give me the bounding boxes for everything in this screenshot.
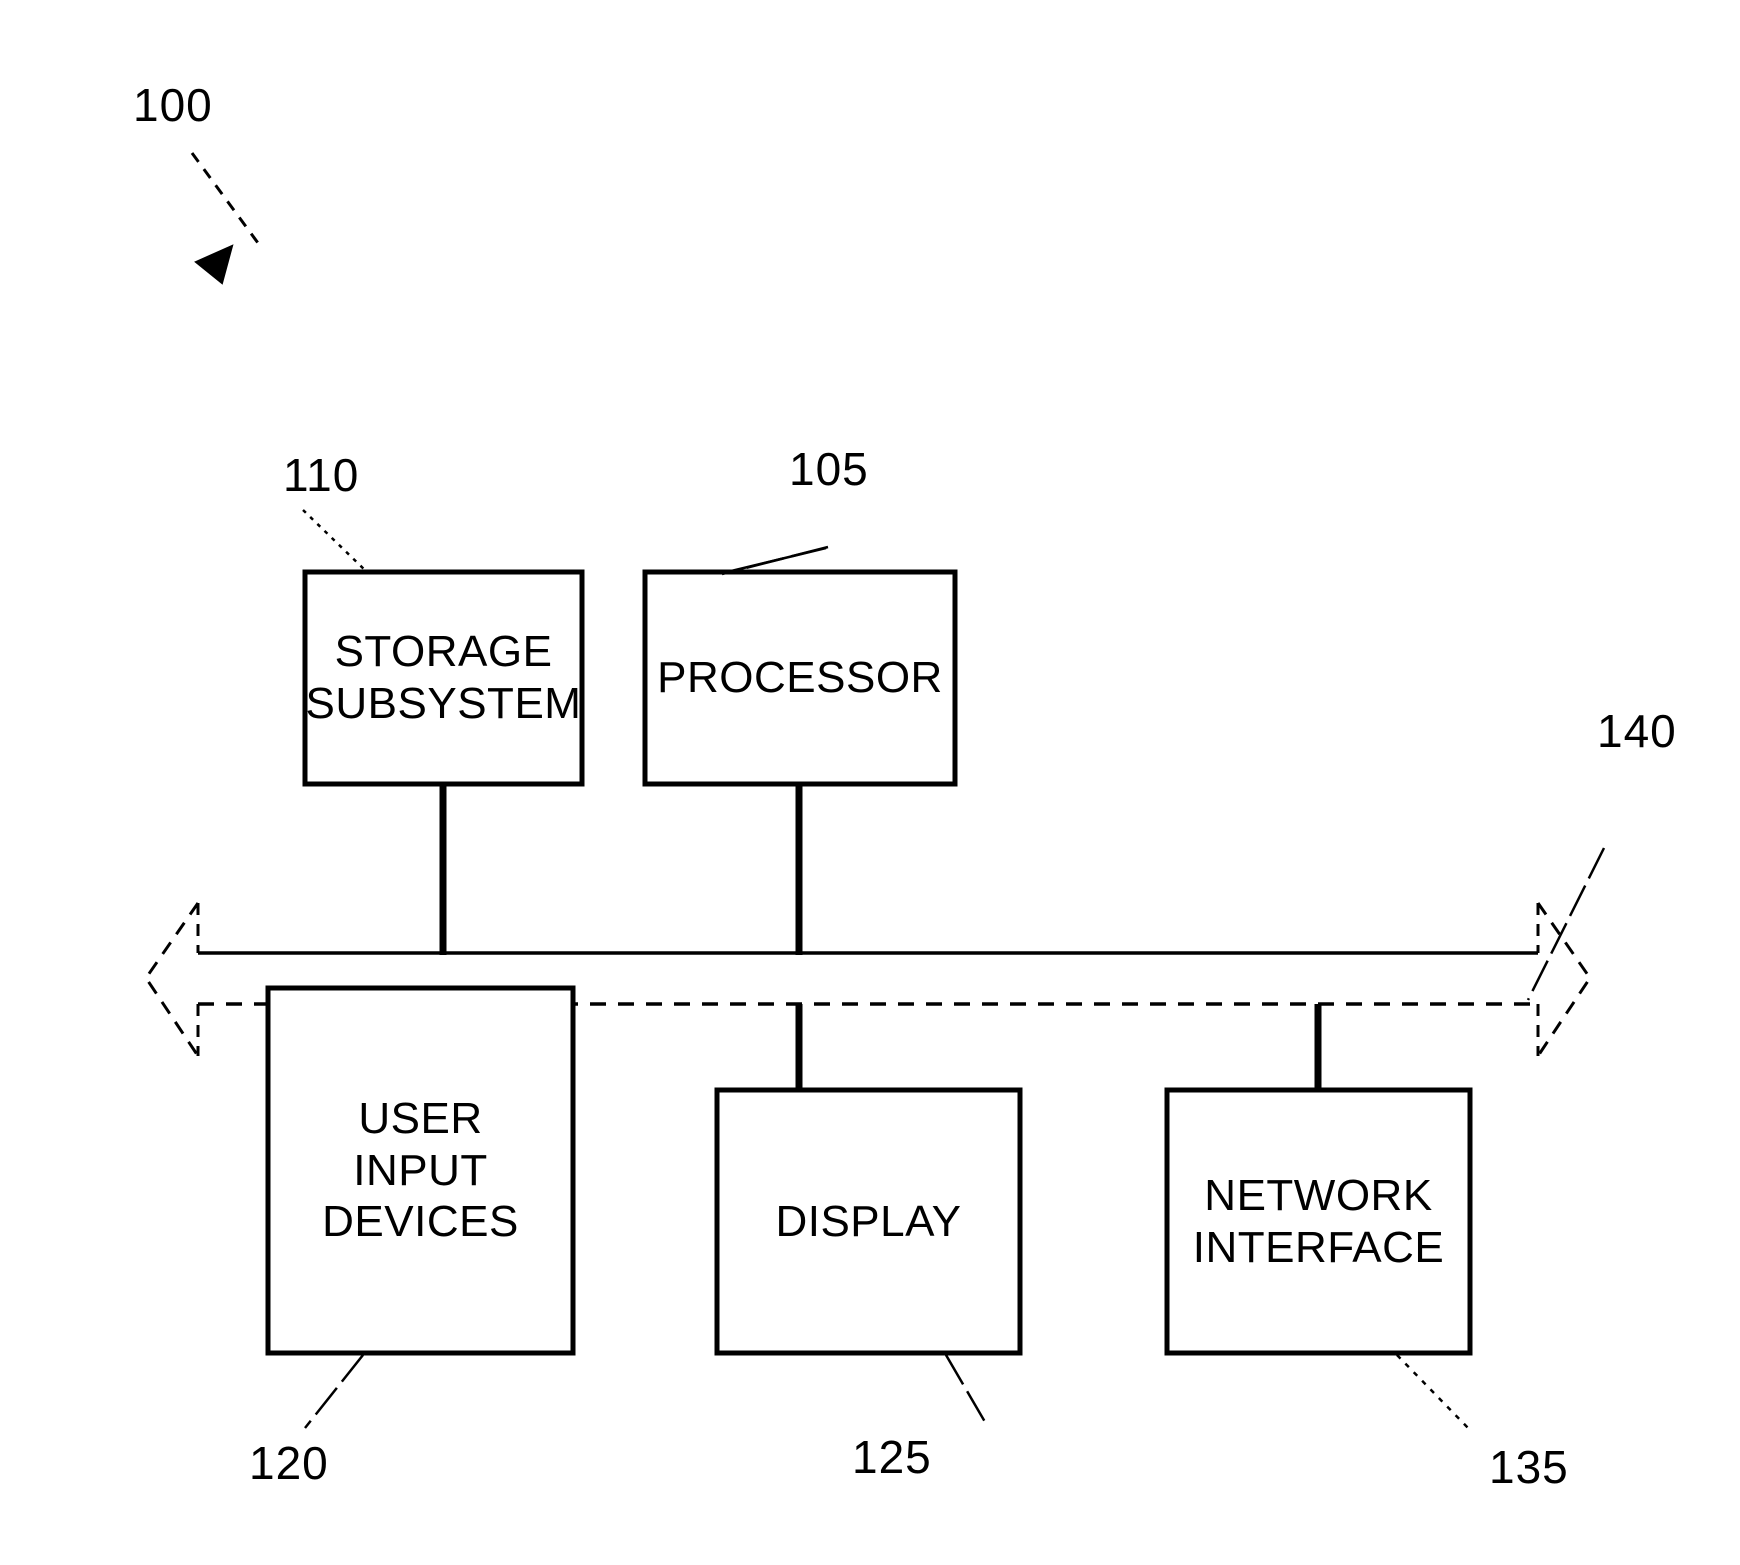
- bus-left-arrowhead: [144, 902, 200, 1057]
- block-processor: [642, 569, 958, 787]
- figure-linework: [144, 152, 1606, 1431]
- ref-numeral-125: 125: [852, 1431, 932, 1483]
- leader-line-100: [190, 152, 260, 244]
- ref-numeral-140: 140: [1597, 705, 1677, 757]
- block-user-input-devices: [265, 985, 576, 1356]
- block-display: [714, 1087, 1023, 1356]
- ref-numeral-120: 120: [249, 1437, 329, 1489]
- leader-line-110: [302, 509, 369, 574]
- ref-numeral-135: 135: [1489, 1441, 1569, 1493]
- block-storage-subsystem: [302, 569, 585, 787]
- ref-numeral-105: 105: [789, 443, 869, 495]
- block-network-interface: [1164, 1087, 1473, 1356]
- ref-numeral-110: 110: [283, 449, 360, 501]
- patent-figure: 100 110 105 140 120 125 135 STORAGE SUBS…: [0, 0, 1740, 1565]
- ref-numeral-100: 100: [133, 79, 213, 131]
- leader-line-120: [304, 1354, 364, 1429]
- leader-arrowhead-100: [194, 244, 234, 285]
- leader-line-125: [944, 1354, 987, 1423]
- leader-line-135: [1396, 1354, 1471, 1431]
